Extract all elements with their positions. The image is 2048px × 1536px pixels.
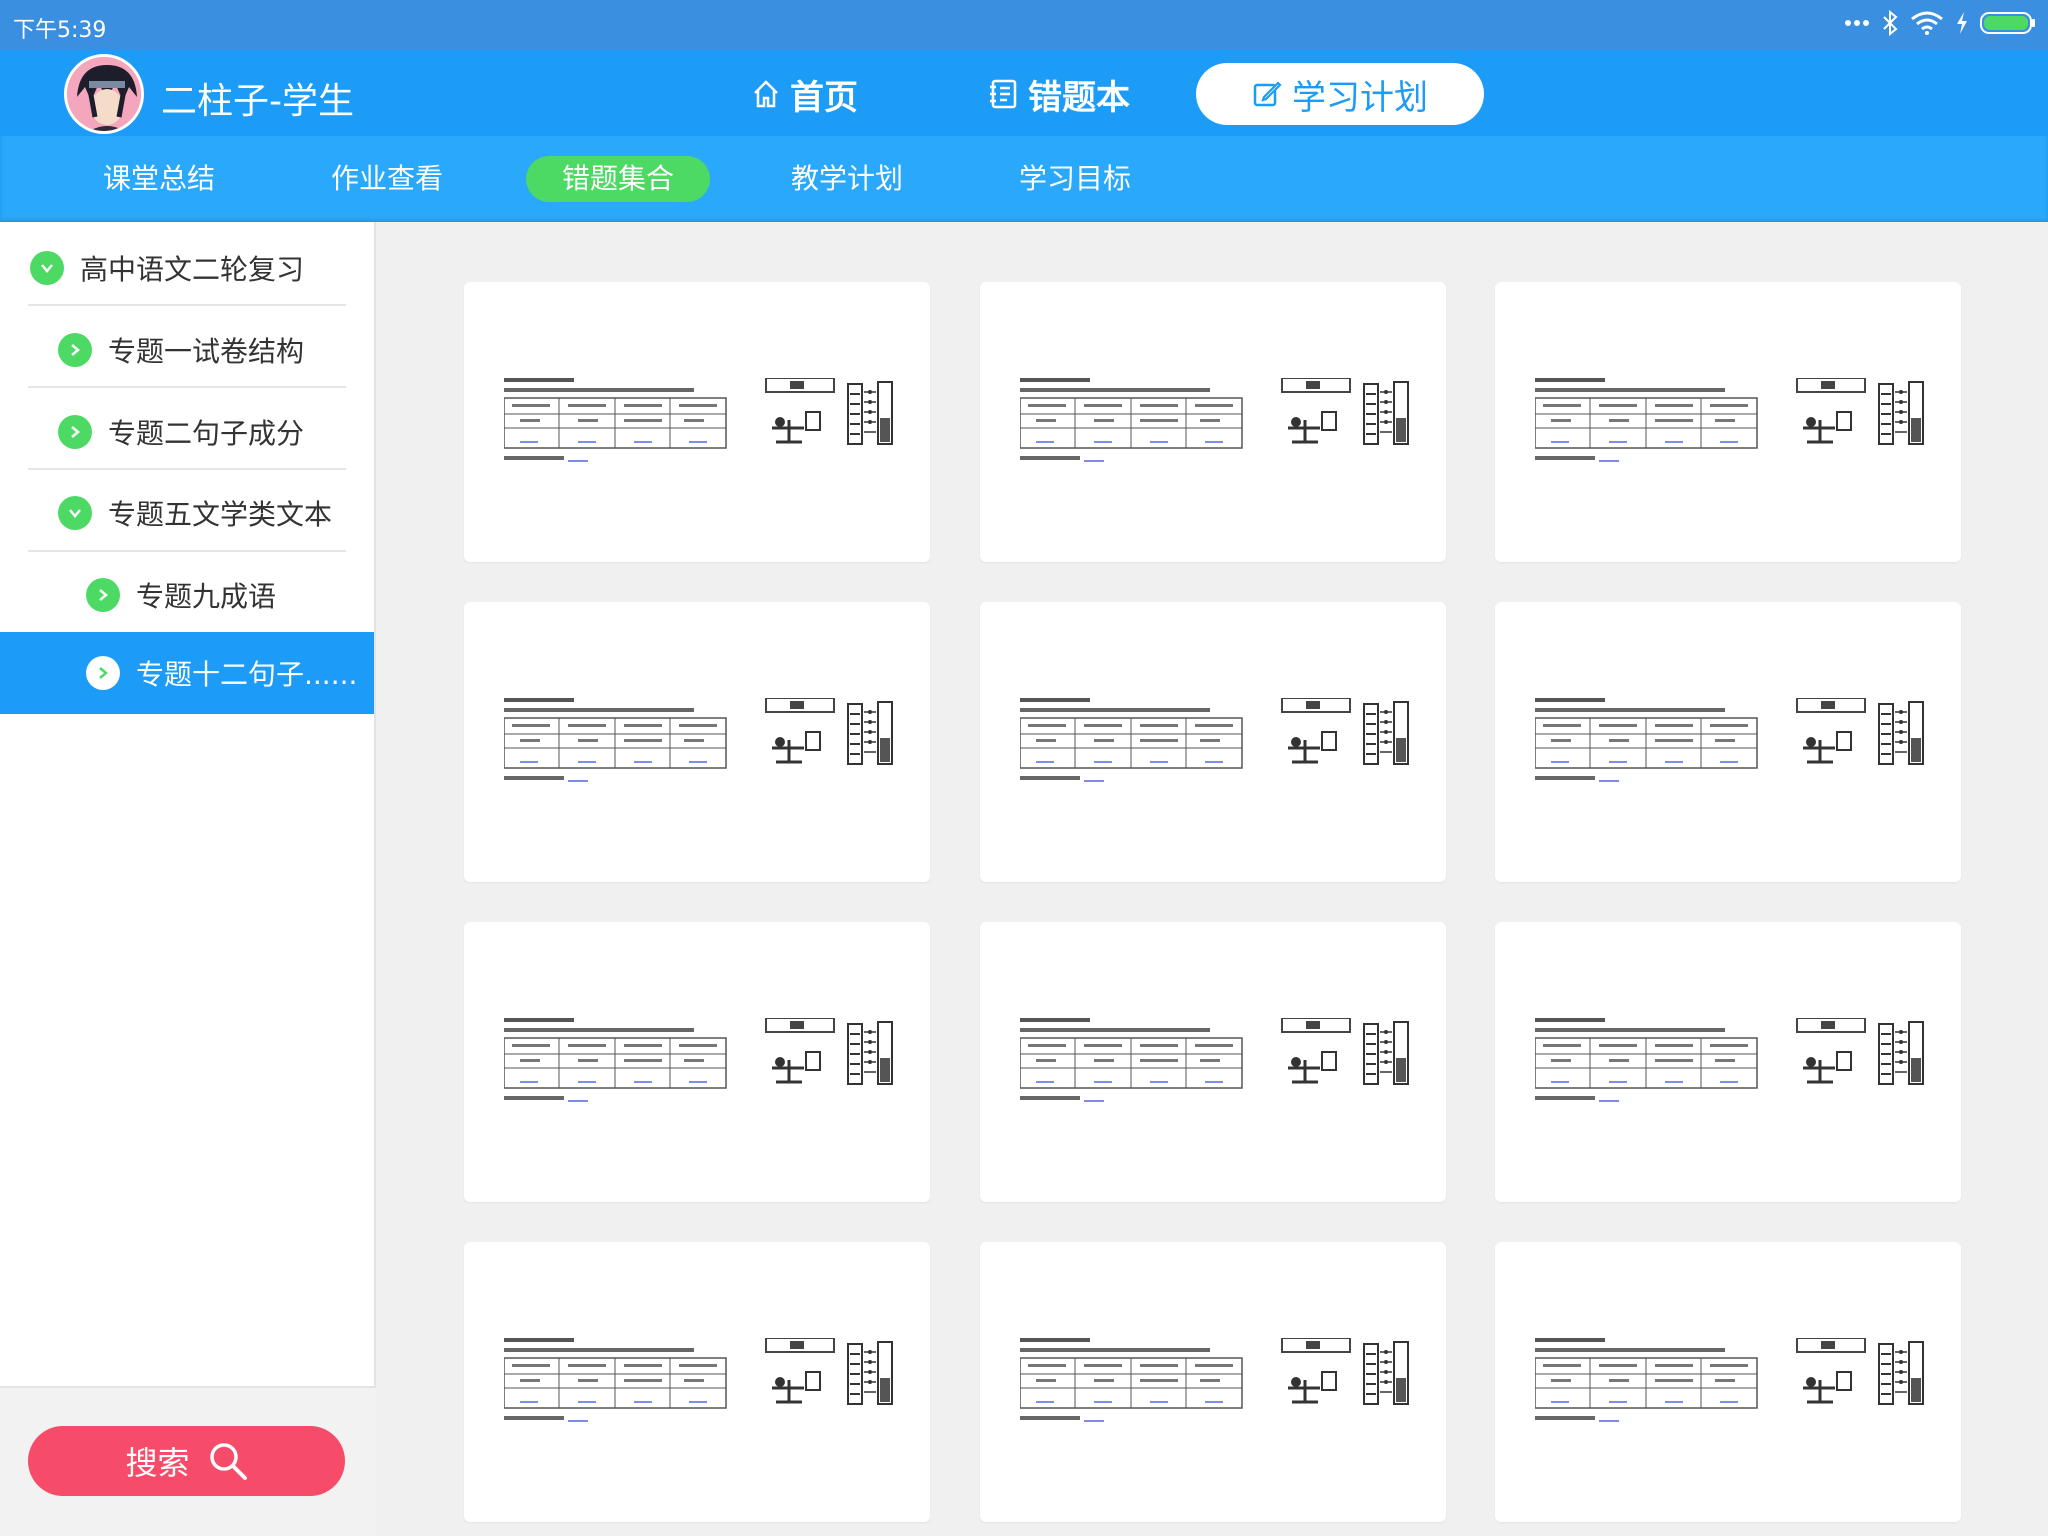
question-thumbnail xyxy=(1535,378,1924,462)
sidebar-item-label: 专题一试卷结构 xyxy=(108,335,305,368)
nav-study-plan-label: 学习计划 xyxy=(1292,77,1428,118)
tab-homework[interactable]: 作业查看 xyxy=(312,156,462,202)
charging-icon xyxy=(1957,12,1967,34)
divider xyxy=(28,386,346,388)
divider xyxy=(28,550,346,552)
bluetooth-icon xyxy=(1883,10,1898,36)
edit-icon xyxy=(1253,81,1282,107)
sidebar-item-topic12[interactable]: 专题十二句子...... xyxy=(0,632,374,714)
sidebar-item-review[interactable]: 高中语文二轮复习 xyxy=(0,228,374,308)
home-icon xyxy=(754,80,778,108)
question-card[interactable] xyxy=(464,922,930,1202)
question-thumbnail xyxy=(1020,1338,1409,1422)
user-name: 二柱子-学生 xyxy=(161,81,354,122)
notebook-icon xyxy=(990,79,1017,109)
sidebar-item-topic9[interactable]: 专题九成语 xyxy=(0,555,374,635)
wifi-icon xyxy=(1911,11,1943,35)
question-thumbnail xyxy=(1020,1018,1409,1102)
sidebar-item-label: 高中语文二轮复习 xyxy=(80,253,305,286)
search-button[interactable]: 搜索 xyxy=(28,1426,345,1496)
nav-home-label: 首页 xyxy=(790,77,858,118)
question-card[interactable] xyxy=(464,602,930,882)
chevron-right-icon xyxy=(86,578,120,612)
question-card[interactable] xyxy=(980,922,1446,1202)
avatar-image xyxy=(67,57,141,131)
chevron-down-icon xyxy=(58,496,92,530)
tab-teaching-plan[interactable]: 教学计划 xyxy=(772,156,922,202)
top-header: 二柱子-学生 首页 错题本 学习计划 xyxy=(0,50,2048,136)
question-card[interactable] xyxy=(980,1242,1446,1522)
sidebar-item-label: 专题二句子成分 xyxy=(108,417,305,450)
question-card[interactable] xyxy=(1495,1242,1961,1522)
sidebar: 高中语文二轮复习 专题一试卷结构 专题二句子成分 专题五文学类文本 专题九成语 … xyxy=(0,222,376,1536)
question-card[interactable] xyxy=(464,282,930,562)
question-grid xyxy=(378,222,2048,1536)
battery-icon xyxy=(1980,12,2035,34)
sidebar-item-label: 专题十二句子...... xyxy=(136,658,358,691)
more-dots-icon xyxy=(1845,20,1869,26)
question-thumbnail xyxy=(1020,698,1409,782)
question-thumbnail xyxy=(1535,698,1924,782)
question-card[interactable] xyxy=(980,282,1446,562)
chevron-right-icon xyxy=(86,656,120,690)
nav-wrongbook[interactable]: 错题本 xyxy=(988,64,1130,124)
sidebar-item-topic5[interactable]: 专题五文学类文本 xyxy=(0,473,374,553)
question-thumbnail xyxy=(504,1018,893,1102)
question-card[interactable] xyxy=(1495,282,1961,562)
tab-wrong-questions[interactable]: 错题集合 xyxy=(526,156,710,202)
divider xyxy=(28,304,346,306)
sidebar-item-label: 专题九成语 xyxy=(136,580,277,613)
question-card[interactable] xyxy=(1495,922,1961,1202)
sub-tabs: 课堂总结 作业查看 错题集合 教学计划 学习目标 xyxy=(0,136,2048,222)
question-thumbnail xyxy=(504,378,893,462)
sidebar-footer: 搜索 xyxy=(0,1386,376,1536)
chevron-right-icon xyxy=(58,415,92,449)
nav-home[interactable]: 首页 xyxy=(752,64,858,124)
nav-wrongbook-label: 错题本 xyxy=(1028,77,1130,118)
question-thumbnail xyxy=(504,698,893,782)
divider xyxy=(28,468,346,470)
question-thumbnail xyxy=(1535,1338,1924,1422)
question-card[interactable] xyxy=(1495,602,1961,882)
question-thumbnail xyxy=(504,1338,893,1422)
chevron-right-icon xyxy=(58,333,92,367)
tab-class-summary[interactable]: 课堂总结 xyxy=(84,156,234,202)
sidebar-item-topic1[interactable]: 专题一试卷结构 xyxy=(0,310,374,390)
nav-study-plan[interactable]: 学习计划 xyxy=(1196,63,1484,125)
question-thumbnail xyxy=(1535,1018,1924,1102)
avatar[interactable] xyxy=(64,54,144,134)
status-bar: 下午5:39 xyxy=(0,0,2048,50)
question-card[interactable] xyxy=(464,1242,930,1522)
chevron-down-icon xyxy=(30,251,64,285)
question-thumbnail xyxy=(1020,378,1409,462)
question-card[interactable] xyxy=(980,602,1446,882)
sidebar-item-topic2[interactable]: 专题二句子成分 xyxy=(0,392,374,472)
status-time: 下午5:39 xyxy=(13,18,107,43)
tab-learning-goals[interactable]: 学习目标 xyxy=(1000,156,1150,202)
search-icon xyxy=(209,1443,247,1480)
search-button-label: 搜索 xyxy=(125,1444,190,1482)
sidebar-item-label: 专题五文学类文本 xyxy=(108,498,333,531)
status-icons xyxy=(1844,10,2036,36)
